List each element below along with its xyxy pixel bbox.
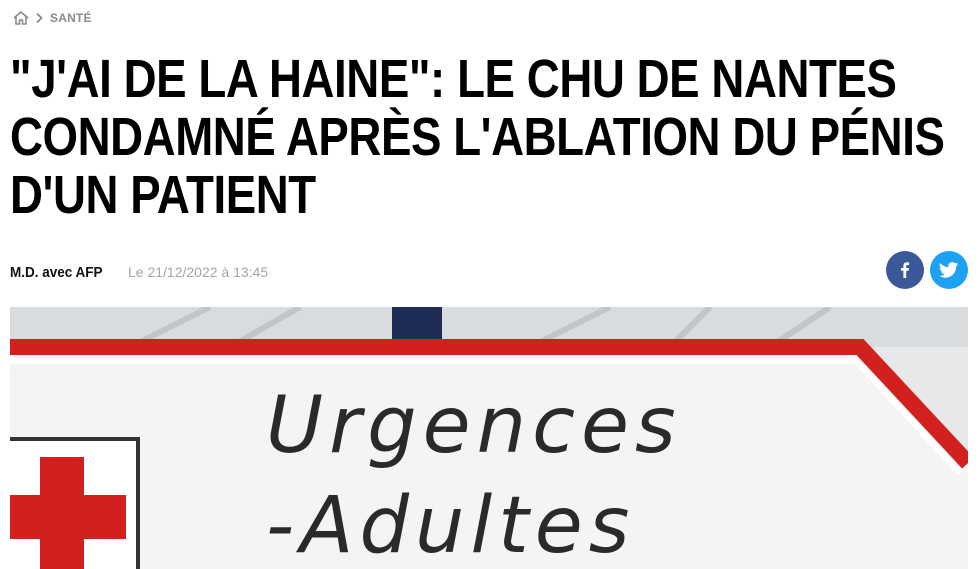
sign-line-2: -Adultes <box>266 481 635 569</box>
publish-date: Le 21/12/2022 à 13:45 <box>128 264 269 280</box>
article-photo: Urgences -Adultes <box>10 307 968 569</box>
author-name: M.D. avec AFP <box>10 263 103 281</box>
twitter-share-button[interactable] <box>930 251 968 289</box>
twitter-icon <box>939 262 959 278</box>
home-icon[interactable] <box>12 10 30 26</box>
facebook-icon <box>901 262 910 278</box>
sign-line-1: Urgences <box>266 381 682 471</box>
breadcrumb: SANTÉ <box>12 9 92 27</box>
breadcrumb-section-link[interactable]: SANTÉ <box>50 11 92 25</box>
article-page: SANTÉ "J'AI DE LA HAINE": LE CHU DE NANT… <box>0 0 980 569</box>
byline: M.D. avec AFP Le 21/12/2022 à 13:45 <box>10 262 268 282</box>
article-title: "J'AI DE LA HAINE": LE CHU DE NANTES CON… <box>10 49 945 225</box>
facebook-share-button[interactable] <box>886 251 924 289</box>
chevron-right-icon <box>34 12 44 24</box>
share-buttons <box>886 251 968 289</box>
